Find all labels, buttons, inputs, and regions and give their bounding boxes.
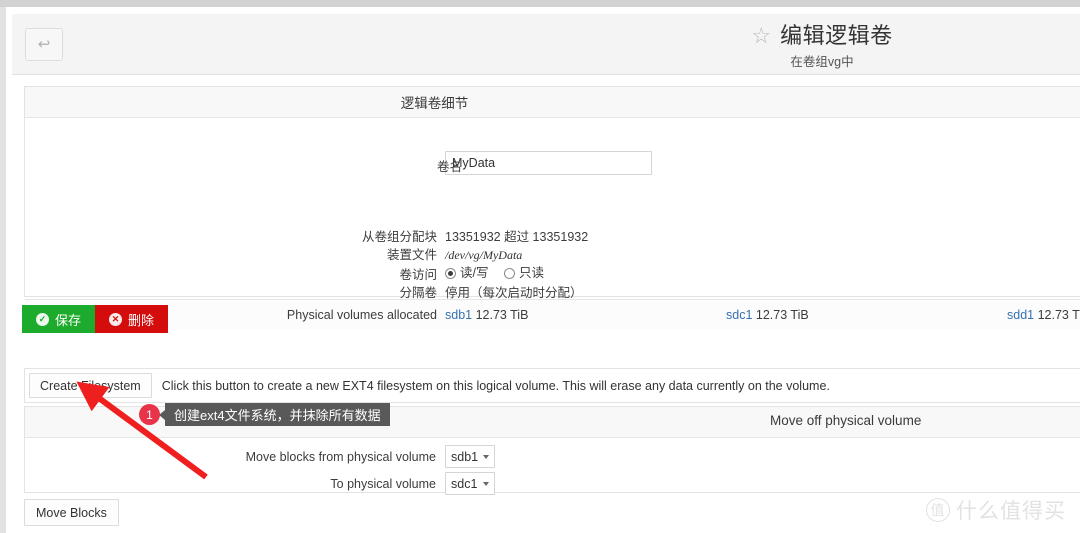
- page-container: ↩ ☆ 编辑逻辑卷 在卷组vg中 逻辑卷细节 卷名 MyData 从卷组分配块 …: [0, 7, 1080, 533]
- pv-link-sdd1[interactable]: sdd1: [1007, 308, 1034, 322]
- create-filesystem-panel: Create Filesystem Click this button to c…: [24, 368, 1080, 403]
- detail-label-access: 卷访问: [399, 268, 437, 282]
- radio-option-readwrite[interactable]: 读/写: [445, 265, 488, 282]
- move-from-value: sdb1: [451, 449, 479, 464]
- detail-value-allocated: 13351932 超过 13351932: [445, 230, 589, 244]
- move-to-label: To physical volume: [330, 476, 436, 491]
- detail-value-device-file: /dev/vg/MyData: [445, 248, 523, 262]
- page-subtitle: 在卷组vg中: [790, 55, 854, 70]
- move-blocks-button[interactable]: Move Blocks: [24, 499, 119, 526]
- pv-link-sdb1[interactable]: sdb1: [445, 308, 472, 322]
- action-button-bar: ✓ 保存 ✕ 删除: [22, 305, 169, 333]
- radio-option-readonly[interactable]: 只读: [503, 265, 544, 282]
- watermark-logo-icon: 值: [926, 498, 950, 522]
- save-button[interactable]: ✓ 保存: [22, 305, 96, 333]
- radio-readonly-label: 只读: [518, 266, 544, 280]
- title-block: ☆ 编辑逻辑卷 在卷组vg中: [552, 23, 1080, 70]
- chevron-down-icon: [483, 481, 489, 486]
- pv-size-sdc1: 12.73 TiB: [755, 307, 809, 322]
- annotation-badge-1: 1: [139, 404, 160, 425]
- details-section-title-text: 逻辑卷细节: [400, 96, 469, 111]
- volume-name-label: 卷名: [437, 160, 463, 174]
- radio-readonly-icon: [503, 268, 515, 279]
- move-to-row: To physical volume sdc1: [25, 472, 1080, 495]
- check-circle-icon: ✓: [36, 312, 49, 326]
- detail-row-device-file: 装置文件 /dev/vg/MyData: [25, 247, 1080, 264]
- star-outline-icon[interactable]: ☆: [751, 25, 771, 47]
- detail-value-access: 读/写 只读: [445, 265, 556, 284]
- physical-volume-cell: sdb1 12.73 TiB: [445, 308, 726, 322]
- chevron-down-icon: [483, 454, 489, 459]
- window-top-band: [0, 0, 1080, 7]
- delete-button[interactable]: ✕ 删除: [95, 305, 169, 333]
- move-from-select[interactable]: sdb1: [445, 445, 495, 468]
- move-section-title: Move off physical volume: [770, 413, 922, 428]
- page-header: ↩ ☆ 编辑逻辑卷 在卷组vg中: [12, 14, 1080, 75]
- move-to-value: sdc1: [451, 476, 478, 491]
- radio-readwrite-label: 读/写: [460, 266, 489, 280]
- detail-label-device-file: 装置文件: [386, 248, 437, 262]
- details-section-title: 逻辑卷细节: [25, 87, 1080, 118]
- physical-volume-cell: sdd1 12.73 TiB: [1007, 308, 1080, 322]
- logical-volume-details-panel: 逻辑卷细节 卷名 从卷组分配块 13351932 超过 13351932 装置文…: [24, 86, 1080, 329]
- details-kv-block: 从卷组分配块 13351932 超过 13351932 装置文件 /dev/vg…: [25, 229, 1080, 303]
- page-title: 编辑逻辑卷: [780, 23, 893, 48]
- radio-readwrite-icon: [445, 268, 456, 279]
- details-body: 卷名 从卷组分配块 13351932 超过 13351932 装置文件 /dev…: [25, 118, 1080, 329]
- back-button[interactable]: ↩: [25, 28, 63, 61]
- save-button-label: 保存: [55, 312, 82, 328]
- pv-link-sdc1[interactable]: sdc1: [726, 308, 752, 322]
- move-body: Move blocks from physical volume sdb1 To…: [25, 438, 1080, 495]
- watermark: 值 什么值得买: [926, 495, 1066, 525]
- move-from-row: Move blocks from physical volume sdb1: [25, 445, 1080, 468]
- back-arrow-icon: ↩: [37, 36, 51, 53]
- watermark-text: 什么值得买: [956, 500, 1066, 523]
- volume-name-input[interactable]: [445, 151, 652, 175]
- physical-volumes-row: Physical volumes allocated sdb1 12.73 Ti…: [25, 299, 1080, 329]
- volume-name-row: 卷名: [437, 151, 652, 175]
- delete-button-label: 删除: [128, 312, 155, 328]
- detail-row-access: 卷访问 读/写 只读: [25, 265, 1080, 284]
- move-to-select[interactable]: sdc1: [445, 472, 495, 495]
- detail-label-allocated: 从卷组分配块: [361, 230, 437, 244]
- pv-size-sdb1: 12.73 TiB: [475, 307, 529, 322]
- physical-volume-cell: sdc1 12.73 TiB: [726, 308, 1007, 322]
- x-circle-icon: ✕: [109, 312, 123, 326]
- app-root: ↩ ☆ 编辑逻辑卷 在卷组vg中 逻辑卷细节 卷名 MyData 从卷组分配块 …: [0, 0, 1080, 533]
- detail-row-allocated: 从卷组分配块 13351932 超过 13351932: [25, 229, 1080, 246]
- move-from-label: Move blocks from physical volume: [245, 449, 436, 464]
- annotation-tooltip: 创建ext4文件系统，并抹除所有数据: [159, 403, 390, 426]
- pv-size-sdd1: 12.73 TiB: [1037, 307, 1080, 322]
- create-filesystem-button[interactable]: Create Filesystem: [29, 373, 152, 398]
- create-filesystem-description: Click this button to create a new EXT4 f…: [161, 378, 830, 393]
